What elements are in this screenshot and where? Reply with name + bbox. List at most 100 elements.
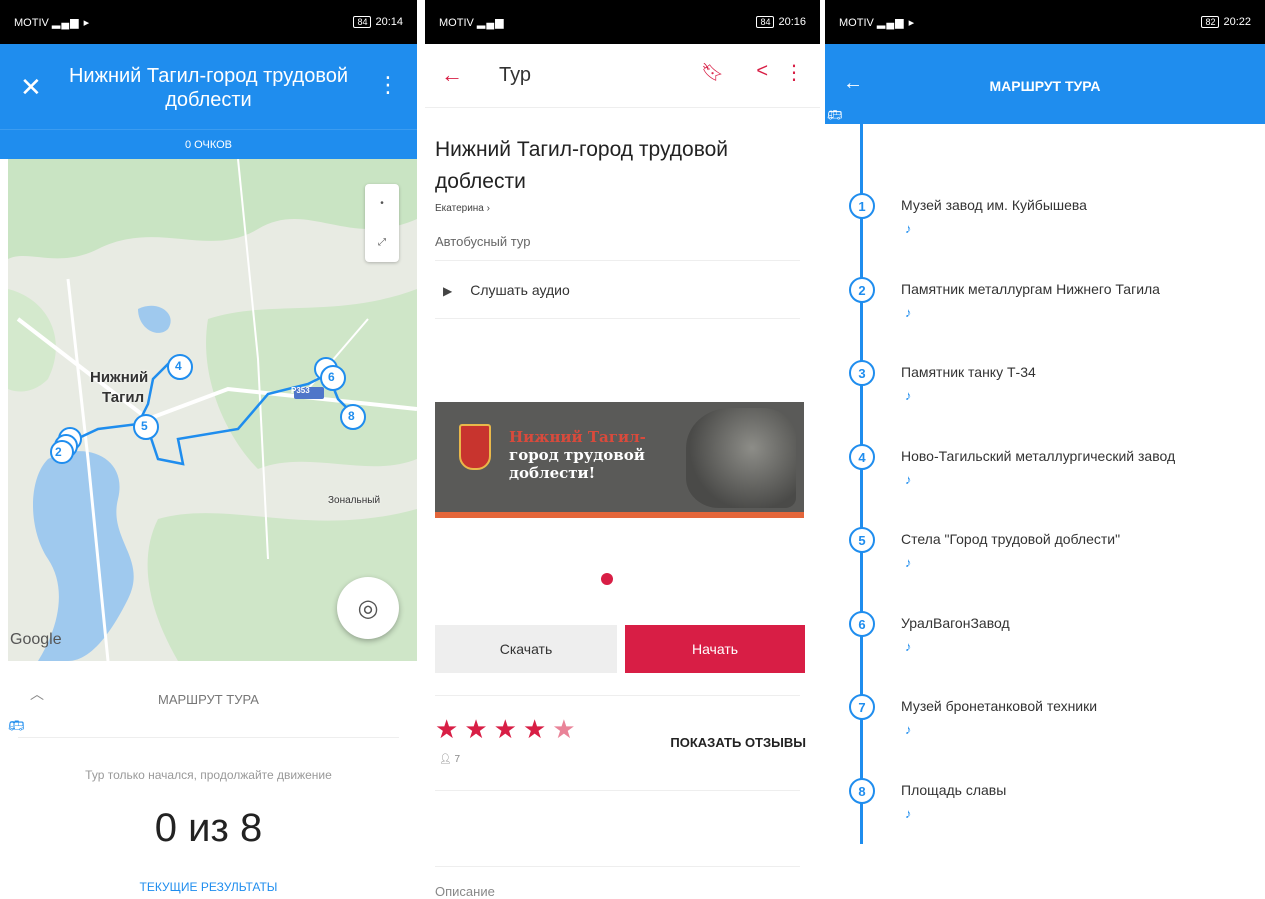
battery-icon: 82 — [1201, 16, 1220, 28]
route-stop[interactable]: 4 Ново-Тагильский металлургический завод ♪ — [825, 444, 1265, 514]
half-star-icon: ★ — [552, 714, 582, 744]
carrier-label: MOTIV — [839, 16, 874, 29]
stop-number: 6 — [849, 611, 875, 637]
listen-audio-button[interactable]: ▶ Слушать аудио — [443, 282, 570, 298]
banner-stripe — [435, 512, 804, 518]
divider — [435, 260, 800, 261]
stop-number: 8 — [849, 778, 875, 804]
reviewer-count-value: 7 — [454, 754, 461, 765]
more-icon[interactable]: ⋮ — [784, 60, 804, 85]
banner-line: Нижний Тагил- — [509, 428, 646, 446]
route-stop[interactable]: 7 Музей бронетанковой техники ♪ — [825, 694, 1265, 764]
tour-banner-image: Нижний Тагил- город трудовой доблести! — [435, 402, 804, 518]
clock: 20:16 — [778, 16, 806, 28]
soldier-figure — [686, 408, 796, 508]
toolbar-title: Тур — [499, 64, 531, 86]
route-stop[interactable]: 8 Площадь славы ♪ — [825, 778, 1265, 848]
tour-details-screen: MOTIV ▂▄▆ 84 20:16 ← Тур 🔖︎ < ⋮ Нижний Та… — [425, 0, 820, 899]
route-stop[interactable]: 6 УралВагонЗавод ♪ — [825, 611, 1265, 681]
progress-counter: 0 из 8 — [154, 806, 263, 850]
tour-status-text: Тур только начался, продолжайте движение — [85, 768, 332, 782]
marker-label[interactable]: 8 — [348, 409, 355, 423]
star-icon: ★ — [435, 714, 465, 744]
map-screen: MOTIV ▂▄▆ ▸ 84 20:14 ✕ Нижний Тагил-город… — [0, 0, 417, 899]
stop-name: УралВагонЗавод — [901, 615, 1010, 631]
author-link[interactable]: Екатерина › — [435, 203, 490, 214]
app-bar: ← МАРШРУТ ТУРА — [825, 44, 1265, 124]
clock: 20:22 — [1223, 16, 1251, 28]
audio-note-icon[interactable]: ♪ — [905, 221, 912, 236]
star-icon: ★ — [522, 714, 553, 744]
audio-note-icon[interactable]: ♪ — [905, 722, 912, 737]
city-label: Нижний — [90, 369, 149, 386]
map-controls: • ⤢ — [365, 184, 399, 262]
carousel-indicator[interactable] — [601, 573, 613, 585]
audio-note-icon[interactable]: ♪ — [905, 305, 912, 320]
more-icon[interactable]: ⋮ — [377, 72, 399, 98]
marker-label[interactable]: 4 — [175, 359, 182, 373]
audio-note-icon[interactable]: ♪ — [905, 639, 912, 654]
route-header[interactable]: ︿ МАРШРУТ ТУРА — [0, 672, 417, 732]
play-icon: ▶ — [443, 284, 453, 298]
carrier-label: MOTIV — [439, 16, 474, 29]
current-results-link[interactable]: ТЕКУЩИЕ РЕЗУЛЬТАТЫ — [0, 880, 417, 894]
stop-name: Площадь славы — [901, 782, 1007, 798]
signal-icon: ▂▄▆ ▸ — [51, 16, 91, 29]
show-reviews-button[interactable]: ПОКАЗАТЬ ОТЗЫВЫ — [670, 735, 806, 750]
description-label: Описание — [435, 884, 495, 899]
stop-number: 3 — [849, 360, 875, 386]
marker-label[interactable]: 2 — [55, 445, 62, 459]
signal-icon: ▂▄▆ ▸ — [876, 16, 916, 29]
back-arrow-icon[interactable]: ← — [441, 62, 463, 88]
points-bar: 0 ОЧКОВ — [0, 129, 417, 159]
start-button[interactable]: Начать — [625, 625, 805, 673]
fullscreen-icon[interactable]: ⤢ — [378, 237, 386, 248]
author-name: Екатерина — [435, 203, 484, 214]
download-button[interactable]: Скачать — [435, 625, 617, 673]
banner-line: доблести! — [509, 464, 596, 482]
status-bar: MOTIV ▂▄▆ 84 20:16 — [425, 0, 820, 44]
route-list-screen: MOTIV ▂▄▆ ▸ 82 20:22 ← МАРШРУТ ТУРА 🚌︎ 1М… — [825, 0, 1265, 899]
toolbar: ← Тур 🔖︎ < ⋮ — [425, 44, 820, 108]
route-stop[interactable]: 3 Памятник танку Т-34 ♪ — [825, 360, 1265, 430]
signal-icon: ▂▄▆ — [476, 16, 505, 29]
crosshair-icon: ◎ — [357, 594, 379, 622]
close-icon[interactable]: ✕ — [20, 74, 42, 100]
stop-name: Памятник танку Т-34 — [901, 364, 1036, 380]
bus-icon: 🚌︎ — [8, 718, 25, 733]
banner-line: город трудовой — [509, 446, 645, 464]
stop-number: 2 — [849, 277, 875, 303]
app-bar: ✕ Нижний Тагил-город трудовой доблести ⋮ — [0, 44, 417, 129]
route-stop[interactable]: 1 Музей завод им. Куйбышева ♪ — [825, 193, 1265, 263]
my-location-button[interactable]: ◎ — [337, 577, 399, 639]
route-header-label: МАРШРУТ ТУРА — [158, 692, 259, 707]
status-bar: MOTIV ▂▄▆ ▸ 82 20:22 — [825, 0, 1265, 44]
city-emblem-icon — [459, 424, 491, 470]
audio-note-icon[interactable]: ♪ — [905, 472, 912, 487]
city-label: Тагил — [102, 389, 145, 406]
status-bar: MOTIV ▂▄▆ ▸ 84 20:14 — [0, 0, 417, 44]
road-label: Р353 — [291, 386, 310, 395]
route-map[interactable]: Нижний Тагил Р353 Зональный 2 4 5 6 8 • … — [8, 159, 417, 661]
bus-icon: 🚌︎ — [827, 108, 843, 122]
compass-icon[interactable]: • — [380, 198, 384, 209]
stop-name: Ново-Тагильский металлургический завод — [901, 448, 1176, 464]
bookmark-icon[interactable]: 🔖︎ — [701, 62, 724, 83]
audio-note-icon[interactable]: ♪ — [905, 806, 912, 821]
divider — [435, 695, 800, 696]
person-icon: 👤︎ — [439, 754, 452, 765]
share-icon[interactable]: < — [756, 60, 768, 83]
audio-note-icon[interactable]: ♪ — [905, 555, 912, 570]
stop-number: 4 — [849, 444, 875, 470]
route-stop[interactable]: 5 Стела "Город трудовой доблести" ♪ — [825, 527, 1265, 597]
audio-note-icon[interactable]: ♪ — [905, 388, 912, 403]
route-stop[interactable]: 2 Памятник металлургам Нижнего Тагила ♪ — [825, 277, 1265, 347]
marker-label[interactable]: 6 — [328, 370, 335, 384]
reviewer-count: 👤︎ 7 — [439, 754, 460, 765]
marker-label[interactable]: 5 — [141, 419, 148, 433]
stop-name: Памятник металлургам Нижнего Тагила — [901, 281, 1160, 297]
place-label: Зональный — [328, 495, 381, 506]
stop-name: Стела "Город трудовой доблести" — [901, 531, 1121, 547]
listen-audio-label: Слушать аудио — [470, 282, 570, 298]
divider — [435, 866, 800, 867]
